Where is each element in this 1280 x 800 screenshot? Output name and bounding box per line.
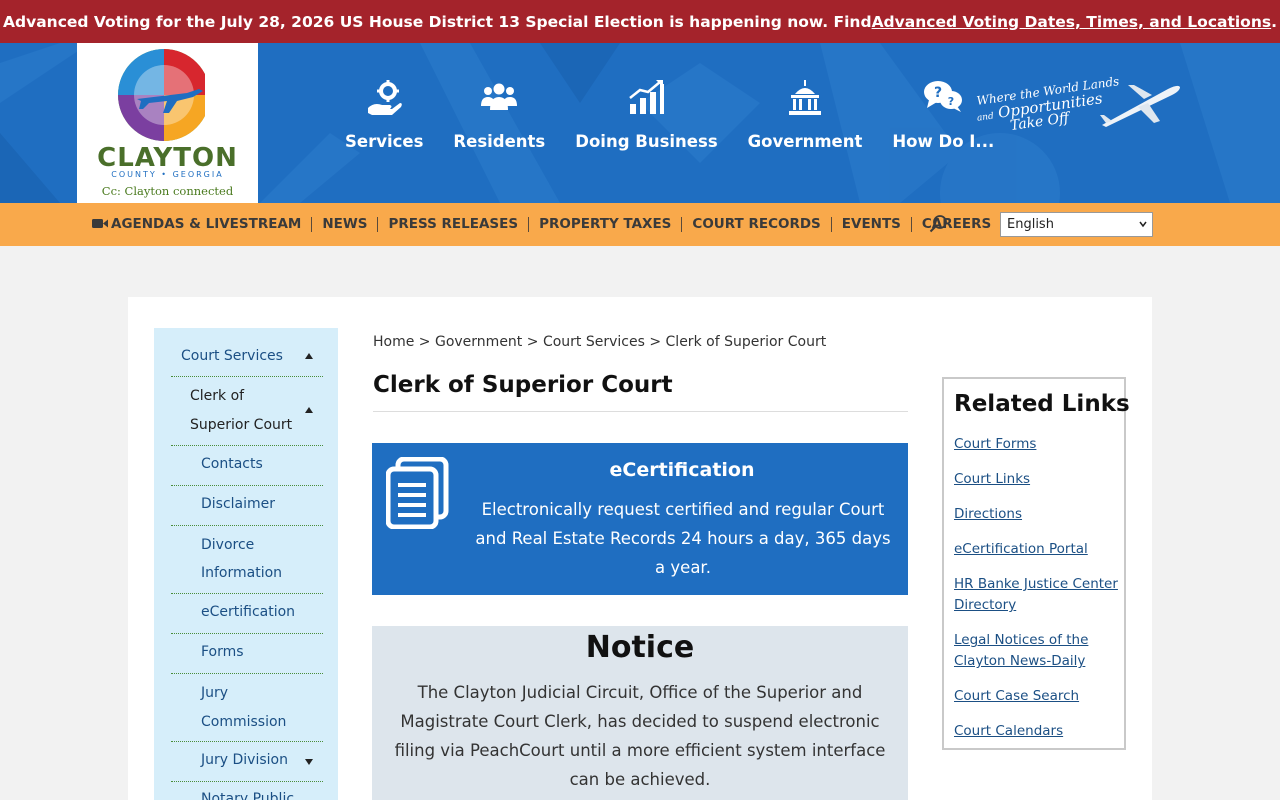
breadcrumb-home[interactable]: Home [373, 334, 414, 350]
related-links-panel: Related Links Court Forms Court Links Di… [942, 377, 1130, 750]
globe-logo-icon [118, 49, 217, 141]
divider [171, 673, 323, 674]
sidebar-item-divorce-information[interactable]: Divorce Information [201, 531, 301, 587]
breadcrumb-separator: > [522, 334, 543, 350]
breadcrumb-current: Clerk of Superior Court [665, 334, 827, 350]
related-link-directions[interactable]: Directions [954, 504, 1122, 525]
breadcrumb-separator: > [414, 334, 435, 350]
question-chat-icon: ? ? [924, 81, 963, 112]
sidebar-item-forms[interactable]: Forms [201, 644, 244, 660]
sidebar-item-jury-commission[interactable]: Jury Commission [201, 679, 301, 737]
related-links-title: Related Links [954, 391, 1130, 417]
breadcrumb-court-services[interactable]: Court Services [543, 334, 645, 350]
divider [171, 485, 323, 486]
tagline-and: and [976, 111, 995, 124]
breadcrumb-government[interactable]: Government [435, 334, 522, 350]
logo-tagline: Cc: Clayton connected [101, 184, 234, 198]
subnav-agendas-label: AGENDAS & LIVESTREAM [111, 216, 302, 232]
sidebar-item-court-services[interactable]: Court Services [181, 348, 283, 364]
document-icon [386, 457, 449, 529]
alert-text: Advanced Voting for the July 28, 2026 US… [3, 12, 872, 31]
ecertification-banner[interactable]: eCertification Electronically request ce… [372, 443, 908, 595]
ecertification-description: Electronically request certified and reg… [475, 500, 891, 577]
nav-government-label: Government [747, 132, 863, 151]
header-tagline: Where the World Lands and Opportunities … [972, 74, 1182, 139]
related-link-court-links[interactable]: Court Links [954, 469, 1122, 490]
divider [171, 445, 323, 446]
sidebar-item-disclaimer[interactable]: Disclaimer [201, 496, 275, 512]
divider [171, 593, 323, 594]
notice-text: The Clayton Judicial Circuit, Office of … [394, 683, 886, 789]
related-link-court-case-search[interactable]: Court Case Search [954, 686, 1122, 707]
sidebar-item-jury-division[interactable]: Jury Division [201, 752, 288, 768]
subnav-court-records[interactable]: COURT RECORDS [682, 217, 832, 232]
sidebar-item-ecertification[interactable]: eCertification [201, 604, 295, 620]
sidebar-item-clerk-of-superior-court[interactable]: Clerk of Superior Court [190, 382, 302, 440]
advanced-voting-link[interactable]: Advanced Voting Dates, Times, and Locati… [872, 13, 1272, 31]
capitol-icon [789, 80, 821, 115]
chart-icon [629, 80, 665, 114]
logo-county: COUNTY • GEORGIA [111, 170, 224, 179]
sidebar-item-notary-public[interactable]: Notary Public [201, 791, 294, 800]
related-link-court-forms[interactable]: Court Forms [954, 434, 1122, 455]
related-link-justice-center-directory[interactable]: HR Banke Justice Center Directory [954, 574, 1122, 616]
clayton-logo[interactable]: CLAYTON COUNTY • GEORGIA Cc: Clayton con… [77, 43, 258, 203]
language-value: English [1007, 217, 1054, 232]
nav-services-label: Services [345, 132, 424, 151]
svg-text:?: ? [948, 95, 954, 108]
airplane-icon [1100, 85, 1180, 127]
breadcrumb: Home > Government > Court Services > Cle… [373, 334, 826, 350]
related-link-legal-notices[interactable]: Legal Notices of the Clayton News-Daily [954, 630, 1122, 672]
alert-banner: Advanced Voting for the July 28, 2026 US… [0, 0, 1280, 43]
video-camera-icon [92, 219, 108, 228]
nav-residents[interactable]: Residents [438, 78, 560, 151]
subnav-careers[interactable]: CAREERS [912, 217, 1001, 232]
site-header: CLAYTON COUNTY • GEORGIA Cc: Clayton con… [0, 43, 1280, 203]
nav-doing-business[interactable]: Doing Business [560, 78, 732, 151]
subnav-press-releases[interactable]: PRESS RELEASES [378, 217, 530, 232]
gear-hand-icon [368, 80, 403, 115]
breadcrumb-separator: > [644, 334, 666, 350]
nav-government[interactable]: Government [733, 78, 878, 151]
subnav-agendas-livestream[interactable]: AGENDAS & LIVESTREAM [92, 216, 313, 232]
nav-residents-label: Residents [453, 132, 546, 151]
subnav-events[interactable]: EVENTS [832, 217, 912, 232]
page-title: Clerk of Superior Court [373, 372, 673, 398]
main-navigation: Services Residents Doing Business Govern… [330, 78, 1009, 151]
secondary-navigation: AGENDAS & LIVESTREAM NEWS PRESS RELEASES… [0, 203, 1280, 246]
related-link-court-calendars[interactable]: Court Calendars [954, 721, 1122, 742]
subnav-news[interactable]: NEWS [312, 217, 379, 232]
language-select[interactable]: English [1000, 212, 1153, 237]
collapse-caret-icon[interactable] [305, 353, 313, 359]
search-icon[interactable] [929, 214, 949, 234]
nav-doing-business-label: Doing Business [575, 132, 718, 151]
divider [171, 741, 323, 742]
divider [171, 633, 323, 634]
chevron-down-icon [1139, 221, 1147, 228]
notice-box: Notice The Clayton Judicial Circuit, Off… [372, 626, 908, 800]
subnav-property-taxes[interactable]: PROPERTY TAXES [529, 217, 683, 232]
people-icon [481, 83, 518, 110]
nav-services[interactable]: Services [330, 78, 438, 151]
divider [171, 781, 323, 782]
alert-end: . [1271, 12, 1277, 31]
divider [171, 525, 323, 526]
ecertification-title: eCertification [609, 459, 755, 481]
related-link-ecertification-portal[interactable]: eCertification Portal [954, 539, 1122, 560]
notice-title: Notice [585, 630, 695, 665]
logo-name: CLAYTON [97, 143, 238, 173]
expand-caret-icon[interactable] [305, 759, 313, 765]
divider [171, 376, 323, 377]
svg-text:?: ? [934, 85, 942, 101]
title-divider [373, 411, 908, 412]
sidebar-item-contacts[interactable]: Contacts [201, 456, 263, 472]
collapse-caret-icon[interactable] [305, 407, 313, 413]
